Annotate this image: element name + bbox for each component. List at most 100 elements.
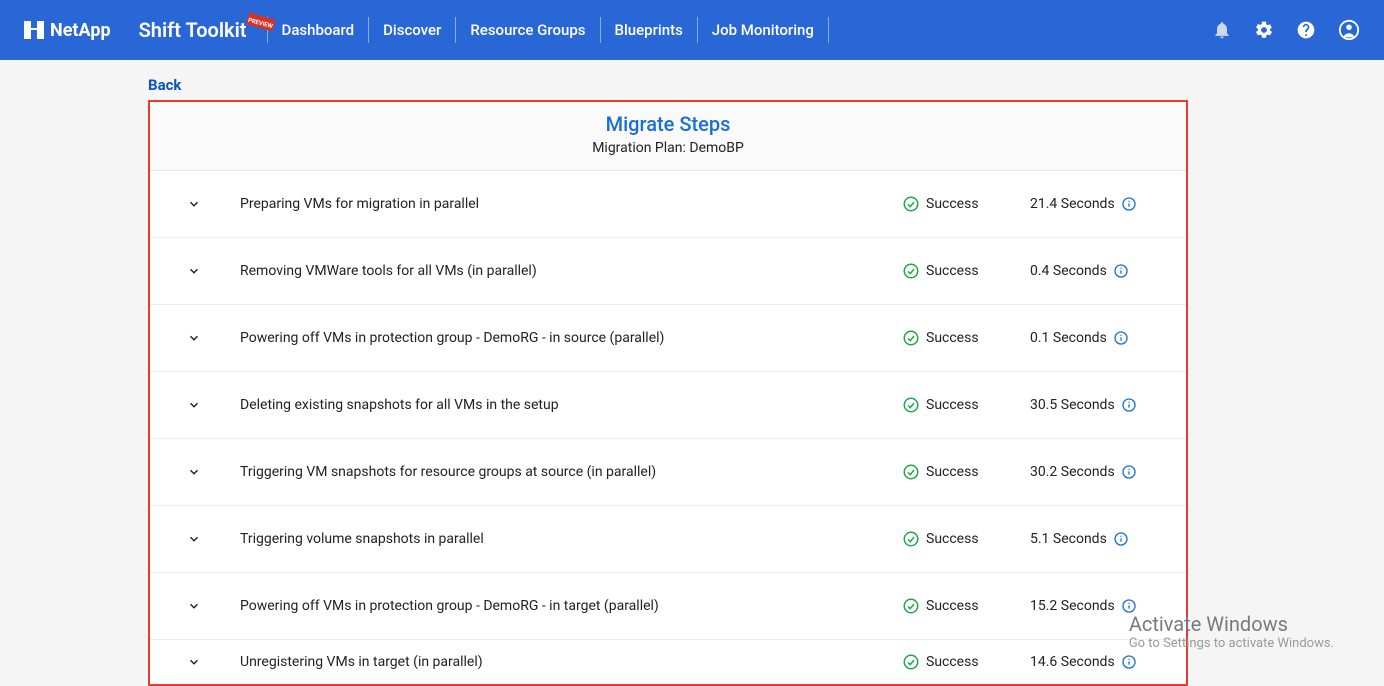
status-label: Success	[926, 598, 979, 614]
separator	[600, 17, 601, 43]
chevron-down-icon	[187, 398, 201, 412]
status-label: Success	[926, 196, 979, 212]
chevron-down-icon	[187, 599, 201, 613]
info-icon[interactable]	[1113, 263, 1129, 279]
expand-toggle[interactable]	[164, 532, 224, 546]
expand-toggle[interactable]	[164, 599, 224, 613]
separator	[368, 17, 369, 43]
separator	[455, 17, 456, 43]
info-icon[interactable]	[1121, 598, 1137, 614]
info-icon[interactable]	[1121, 654, 1137, 670]
header-actions	[1212, 19, 1360, 41]
brand-text: NetApp	[50, 20, 111, 41]
help-icon[interactable]	[1296, 20, 1316, 40]
separator	[697, 17, 698, 43]
step-duration: 14.6 Seconds	[1022, 654, 1172, 670]
nav-resource-groups[interactable]: Resource Groups	[470, 21, 585, 39]
success-icon	[902, 262, 920, 280]
duration-text: 14.6 Seconds	[1030, 654, 1115, 670]
netapp-icon	[24, 21, 44, 39]
status-label: Success	[926, 263, 979, 279]
expand-toggle[interactable]	[164, 398, 224, 412]
panel-title: Migrate Steps	[150, 112, 1186, 136]
success-icon	[902, 396, 920, 414]
step-status: Success	[902, 597, 1022, 615]
info-icon[interactable]	[1113, 330, 1129, 346]
product-name: Shift Toolkit PREVIEW	[139, 18, 247, 42]
status-label: Success	[926, 330, 979, 346]
step-row: Deleting existing snapshots for all VMs …	[150, 372, 1186, 439]
chevron-down-icon	[187, 264, 201, 278]
nav-discover[interactable]: Discover	[383, 21, 441, 39]
step-description: Powering off VMs in protection group - D…	[224, 598, 902, 614]
panel-subtitle: Migration Plan: DemoBP	[150, 140, 1186, 156]
user-icon[interactable]	[1338, 19, 1360, 41]
separator	[828, 17, 829, 43]
step-duration: 0.4 Seconds	[1022, 263, 1172, 279]
chevron-down-icon	[187, 331, 201, 345]
info-icon[interactable]	[1113, 531, 1129, 547]
step-duration: 30.5 Seconds	[1022, 397, 1172, 413]
step-description: Powering off VMs in protection group - D…	[224, 330, 902, 346]
success-icon	[902, 530, 920, 548]
steps-panel: Migrate Steps Migration Plan: DemoBP Pre…	[148, 100, 1188, 686]
nav-blueprints[interactable]: Blueprints	[615, 21, 683, 39]
app-header: NetApp Shift Toolkit PREVIEW Dashboard D…	[0, 0, 1384, 60]
step-description: Deleting existing snapshots for all VMs …	[224, 397, 902, 413]
step-status: Success	[902, 530, 1022, 548]
status-label: Success	[926, 464, 979, 480]
step-row: Powering off VMs in protection group - D…	[150, 573, 1186, 640]
nav-dashboard[interactable]: Dashboard	[282, 21, 355, 39]
gear-icon[interactable]	[1254, 20, 1274, 40]
success-icon	[902, 463, 920, 481]
chevron-down-icon	[187, 465, 201, 479]
bell-icon[interactable]	[1212, 20, 1232, 40]
success-icon	[902, 597, 920, 615]
duration-text: 21.4 Seconds	[1030, 196, 1115, 212]
step-status: Success	[902, 463, 1022, 481]
nav-job-monitoring[interactable]: Job Monitoring	[712, 21, 814, 39]
success-icon	[902, 653, 920, 671]
step-status: Success	[902, 653, 1022, 671]
expand-toggle[interactable]	[164, 465, 224, 479]
step-row: Powering off VMs in protection group - D…	[150, 305, 1186, 372]
duration-text: 0.4 Seconds	[1030, 263, 1107, 279]
duration-text: 30.2 Seconds	[1030, 464, 1115, 480]
status-label: Success	[926, 654, 979, 670]
step-duration: 21.4 Seconds	[1022, 196, 1172, 212]
duration-text: 30.5 Seconds	[1030, 397, 1115, 413]
chevron-down-icon	[187, 532, 201, 546]
back-link[interactable]: Back	[148, 76, 1384, 94]
expand-toggle[interactable]	[164, 264, 224, 278]
expand-toggle[interactable]	[164, 655, 224, 669]
step-duration: 0.1 Seconds	[1022, 330, 1172, 346]
info-icon[interactable]	[1121, 196, 1137, 212]
chevron-down-icon	[187, 197, 201, 211]
step-status: Success	[902, 396, 1022, 414]
step-description: Triggering VM snapshots for resource gro…	[224, 464, 902, 480]
chevron-down-icon	[187, 655, 201, 669]
step-row: Unregistering VMs in target (in parallel…	[150, 640, 1186, 684]
step-row: Triggering volume snapshots in parallel S…	[150, 506, 1186, 573]
expand-toggle[interactable]	[164, 197, 224, 211]
success-icon	[902, 329, 920, 347]
brand-logo[interactable]: NetApp	[24, 20, 111, 41]
step-description: Unregistering VMs in target (in parallel…	[224, 654, 902, 670]
status-label: Success	[926, 531, 979, 547]
step-duration: 30.2 Seconds	[1022, 464, 1172, 480]
duration-text: 5.1 Seconds	[1030, 531, 1107, 547]
content-area: Back Migrate Steps Migration Plan: DemoB…	[0, 60, 1384, 686]
step-description: Preparing VMs for migration in parallel	[224, 196, 902, 212]
panel-header: Migrate Steps Migration Plan: DemoBP	[150, 102, 1186, 171]
expand-toggle[interactable]	[164, 331, 224, 345]
info-icon[interactable]	[1121, 464, 1137, 480]
success-icon	[902, 195, 920, 213]
step-description: Triggering volume snapshots in parallel	[224, 531, 902, 547]
steps-list: Preparing VMs for migration in parallel S…	[150, 171, 1186, 684]
preview-badge-icon: PREVIEW	[245, 9, 277, 34]
info-icon[interactable]	[1121, 397, 1137, 413]
step-duration: 15.2 Seconds	[1022, 598, 1172, 614]
step-row: Removing VMWare tools for all VMs (in pa…	[150, 238, 1186, 305]
step-description: Removing VMWare tools for all VMs (in pa…	[224, 263, 902, 279]
step-status: Success	[902, 195, 1022, 213]
